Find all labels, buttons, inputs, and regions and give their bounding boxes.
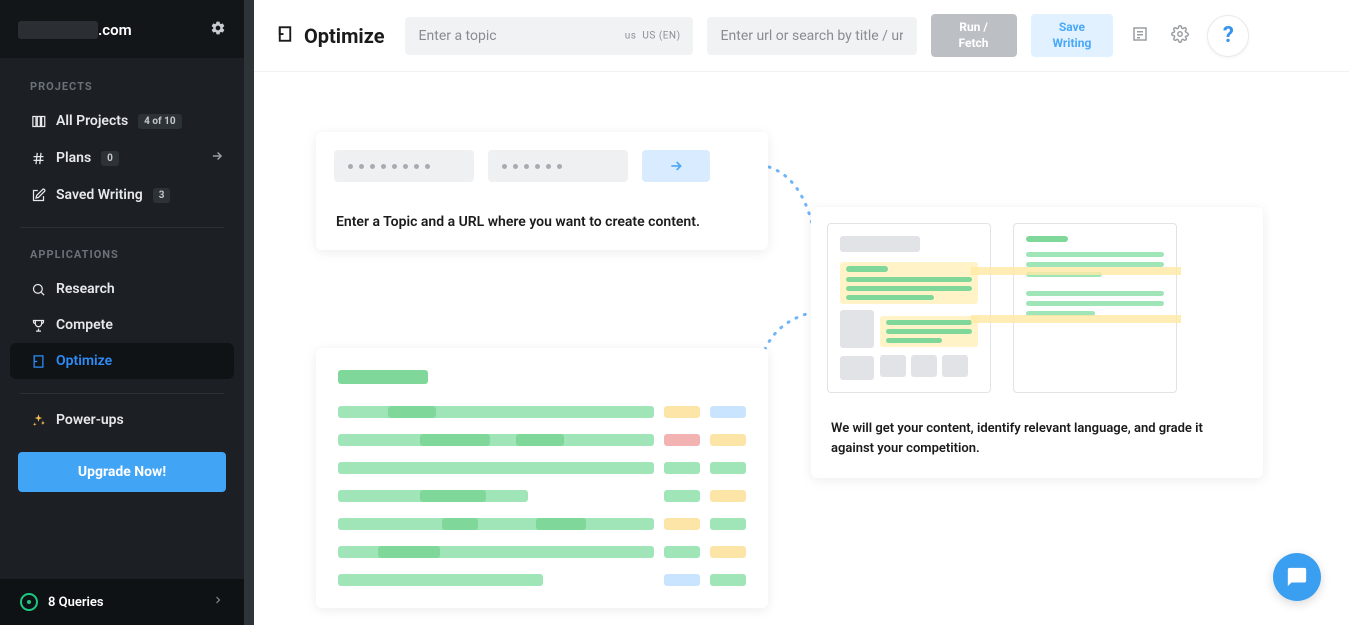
run-label-1: Run / (959, 20, 989, 36)
locale-flag: us (625, 30, 637, 41)
doc-preview-right (1013, 223, 1177, 393)
sidebar-item-optimize[interactable]: Optimize (10, 343, 234, 379)
divider (20, 227, 224, 228)
columns-icon (30, 113, 46, 129)
section-label-applications: APPLICATIONS (0, 242, 244, 271)
upgrade-button[interactable]: Upgrade Now! (18, 452, 226, 492)
sidebar-item-label: Optimize (56, 353, 112, 369)
badge: 4 of 10 (138, 114, 181, 129)
arrow-right-icon (210, 149, 224, 167)
hash-icon (30, 150, 46, 166)
locale-tag[interactable]: us US (EN) (625, 30, 681, 41)
settings-icon[interactable] (1167, 21, 1193, 51)
edit-icon (30, 187, 46, 203)
sidebar-item-all-projects[interactable]: All Projects 4 of 10 (0, 103, 244, 139)
list-icon[interactable] (1127, 21, 1153, 51)
domain-header: .com (0, 0, 244, 58)
sidebar-item-label: Compete (56, 317, 113, 333)
chevron-right-icon (212, 594, 224, 610)
fake-run-button (642, 150, 710, 182)
save-label-2: Writing (1053, 36, 1092, 52)
queries-icon (20, 593, 38, 611)
optimize-icon (30, 353, 46, 369)
sidebar-scrollbar[interactable] (244, 0, 254, 625)
search-icon (30, 281, 46, 297)
sidebar-item-plans[interactable]: Plans 0 (0, 139, 244, 177)
sidebar-item-research[interactable]: Research (0, 271, 244, 307)
topbar: Optimize us US (EN) Run / Fetch Save Wri… (254, 0, 1349, 72)
badge: 0 (101, 151, 119, 166)
save-label-1: Save (1053, 20, 1092, 36)
optimize-icon (276, 24, 294, 48)
chat-fab-button[interactable] (1273, 553, 1321, 601)
sidebar-item-compete[interactable]: Compete (0, 307, 244, 343)
trophy-icon (30, 317, 46, 333)
domain-suffix: .com (98, 21, 132, 39)
run-fetch-button[interactable]: Run / Fetch (931, 14, 1017, 57)
domain-name-obscured (18, 21, 98, 39)
sidebar-item-label: Plans (56, 150, 91, 166)
sidebar-item-label: Power-ups (56, 412, 124, 428)
queries-label: 8 Queries (48, 595, 104, 610)
sidebar-item-label: All Projects (56, 113, 128, 129)
sidebar-item-label: Saved Writing (56, 187, 143, 203)
onboarding-step2-text: We will get your content, identify relev… (827, 411, 1247, 462)
help-button[interactable]: ? (1207, 15, 1249, 57)
content-area: Enter a Topic and a URL where you want t… (254, 72, 1349, 625)
url-input[interactable] (707, 17, 917, 55)
queries-footer[interactable]: 8 Queries (0, 579, 244, 625)
topic-input-wrap: us US (EN) (405, 17, 693, 55)
sidebar: .com PROJECTS All Projects 4 of 10 Plans… (0, 0, 244, 625)
sidebar-item-saved-writing[interactable]: Saved Writing 3 (0, 177, 244, 213)
sidebar-item-powerups[interactable]: Power-ups (0, 408, 244, 438)
onboarding-card-1: Enter a Topic and a URL where you want t… (316, 132, 768, 250)
sparkle-icon (30, 412, 46, 428)
run-label-2: Fetch (959, 36, 989, 52)
onboarding-card-3 (316, 348, 768, 608)
settings-gear-icon[interactable] (210, 20, 226, 40)
sidebar-item-label: Research (56, 281, 115, 297)
badge: 3 (153, 188, 171, 203)
section-label-projects: PROJECTS (0, 58, 244, 103)
doc-preview-left (827, 223, 991, 393)
page-title: Optimize (276, 24, 385, 48)
main: Optimize us US (EN) Run / Fetch Save Wri… (254, 0, 1349, 625)
onboarding-card-2: We will get your content, identify relev… (811, 207, 1263, 478)
onboarding-step1-text: Enter a Topic and a URL where you want t… (334, 208, 750, 232)
chat-icon (1286, 566, 1308, 588)
help-label: ? (1223, 23, 1234, 48)
fake-topic-input (334, 150, 474, 182)
divider (20, 393, 224, 394)
page-title-text: Optimize (304, 24, 385, 48)
fake-url-input (488, 150, 628, 182)
save-writing-button[interactable]: Save Writing (1031, 14, 1114, 57)
locale-text: US (EN) (642, 30, 680, 41)
